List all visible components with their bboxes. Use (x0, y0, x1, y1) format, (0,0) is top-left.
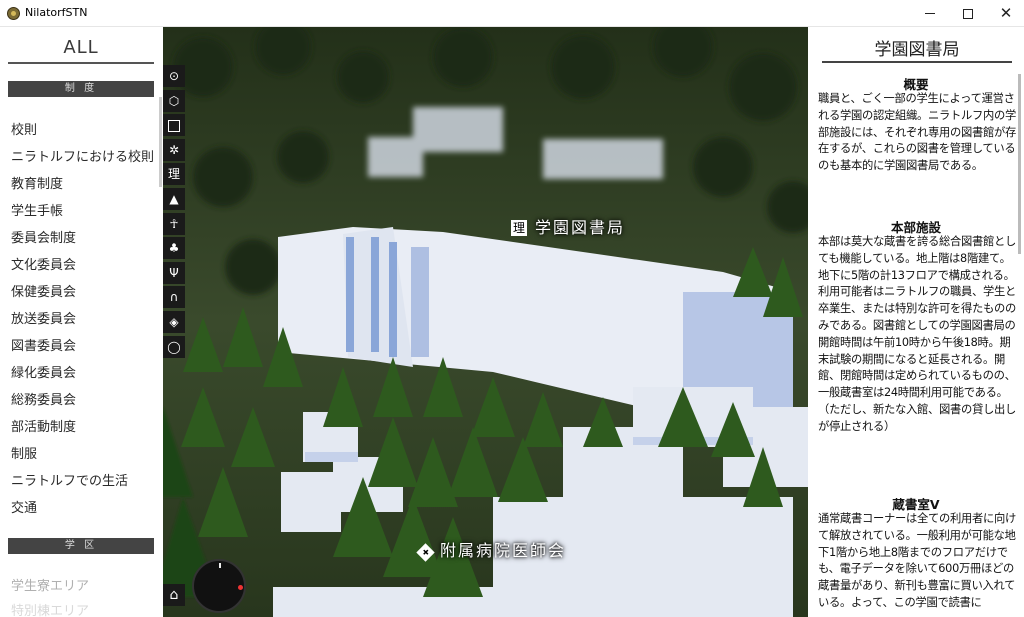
map-label-medical-text: 附属病院医師会 (440, 541, 567, 560)
section-body: 通常蔵書コーナーは全ての利用者に向けて解放されている。一般利用が可能な地下1階か… (818, 512, 1016, 609)
science-tool-button[interactable]: 理 (163, 163, 185, 186)
tunnel-tool-button[interactable]: ∩ (163, 286, 185, 309)
sidebar-item-culture[interactable]: 文化委員会 (11, 254, 76, 273)
section-header-system[interactable]: 制 度 (8, 81, 154, 97)
mountain-tool-button[interactable]: ▲ (163, 187, 185, 210)
sidebar-item-transport[interactable]: 交通 (11, 497, 37, 516)
divider (822, 61, 1012, 63)
home-button[interactable]: ⌂ (163, 584, 185, 606)
minimize-icon (925, 13, 935, 14)
sidebar-item-handbook[interactable]: 学生手帳 (11, 200, 63, 219)
app-logo-icon (7, 7, 20, 20)
sidebar-item-special[interactable]: 特別棟エリア (11, 600, 89, 617)
medical-icon: ✚ (416, 543, 435, 562)
divider (8, 62, 154, 64)
section-body: 職員と、ごく一部の学生によって運営される学園の認定組織。ニラトルフ内の学部施設に… (818, 92, 1016, 173)
map-label-library-text: 学園図書局 (535, 218, 626, 237)
sidebar-item-education[interactable]: 教育制度 (11, 173, 63, 192)
section-header-district[interactable]: 学 区 (8, 538, 154, 554)
flower-tool-button[interactable]: ✲ (163, 138, 185, 161)
science-icon: 理 (511, 220, 527, 236)
tree-tool-button[interactable]: ♣ (163, 237, 185, 260)
person-icon: ☥ (169, 216, 179, 231)
mountain-icon: ▲ (169, 191, 179, 206)
sidebar-item-greening[interactable]: 緑化委員会 (11, 362, 76, 381)
medical-icon: ◈ (169, 314, 179, 329)
science-icon: 理 (167, 167, 180, 182)
cube-icon: ⬡ (168, 93, 180, 108)
minimize-button[interactable] (911, 0, 949, 27)
home-icon: ⌂ (169, 587, 179, 603)
panel-title: 学園図書局 (874, 40, 960, 60)
sidebar-item-general-affairs[interactable]: 総務委員会 (11, 389, 76, 408)
tree-icon: ♣ (168, 241, 180, 256)
restaurant-tool-button[interactable]: Ψ (163, 261, 185, 284)
sidebar-item-health[interactable]: 保健委員会 (11, 281, 76, 300)
scrollbar[interactable] (159, 97, 162, 187)
sidebar-item-dormitory[interactable]: 学生寮エリア (11, 575, 89, 594)
restaurant-icon: Ψ (169, 265, 179, 280)
sidebar: ALL 制 度 校則 ニラトルフにおける校則 教育制度 学生手帳 委員会制度 文… (0, 27, 163, 617)
section-body: 本部は莫大な蔵書を誇る総合図書館としても機能している。地上階は8階建て。地下に5… (818, 235, 1016, 433)
sidebar-item-life[interactable]: ニラトルフでの生活 (11, 470, 128, 489)
flower-icon: ✲ (168, 142, 180, 157)
map-view[interactable]: ⊙ ⬡ ✲ 理 ▲ ☥ ♣ Ψ ∩ ◈ ◯ 理学園図書局 ✚ 附属病院医師会 ⌂ (163, 27, 808, 617)
sidebar-item-nilatorf-rules[interactable]: ニラトルフにおける校則 (11, 146, 154, 165)
maximize-button[interactable] (949, 0, 987, 27)
tunnel-icon: ∩ (169, 290, 179, 305)
search-tool-button[interactable]: ⊙ (163, 65, 185, 87)
close-icon: ✕ (999, 4, 1013, 22)
sidebar-item-committee[interactable]: 委員会制度 (11, 227, 76, 246)
ring-icon: ◯ (167, 339, 181, 354)
district-icon (168, 119, 180, 132)
map-toolbar: ⊙ ⬡ ✲ 理 ▲ ☥ ♣ Ψ ∩ ◈ ◯ (163, 65, 185, 360)
search-icon: ⊙ (168, 69, 180, 83)
info-panel: 学園図書局 概要 職員と、ごく一部の学生によって運営される学園の認定組織。ニラト… (808, 27, 1024, 617)
map-label-library[interactable]: 理学園図書局 (511, 214, 625, 238)
map-label-medical[interactable]: ✚ 附属病院医師会 (416, 537, 567, 562)
medical-tool-button[interactable]: ◈ (163, 310, 185, 333)
person-tool-button[interactable]: ☥ (163, 212, 185, 235)
compass-icon[interactable] (192, 559, 246, 613)
compass-needle (238, 585, 243, 590)
building-tool-button[interactable]: ⬡ (163, 89, 185, 112)
title-bar: NilatorfSTN ✕ (0, 0, 1024, 27)
maximize-icon (963, 8, 973, 19)
map-scene (163, 27, 808, 617)
district-tool-button[interactable] (163, 114, 185, 137)
scrollbar[interactable] (1018, 74, 1021, 254)
close-button[interactable]: ✕ (987, 0, 1024, 27)
sidebar-item-uniform[interactable]: 制服 (11, 443, 37, 462)
sidebar-item-broadcast[interactable]: 放送委員会 (11, 308, 76, 327)
sidebar-item-clubs[interactable]: 部活動制度 (11, 416, 76, 435)
sidebar-item-library[interactable]: 図書委員会 (11, 335, 76, 354)
ring-tool-button[interactable]: ◯ (163, 335, 185, 358)
sidebar-item-rules[interactable]: 校則 (11, 119, 37, 138)
sidebar-title: ALL (63, 37, 99, 58)
compass-tick (219, 563, 221, 568)
window-title: NilatorfSTN (25, 6, 88, 19)
